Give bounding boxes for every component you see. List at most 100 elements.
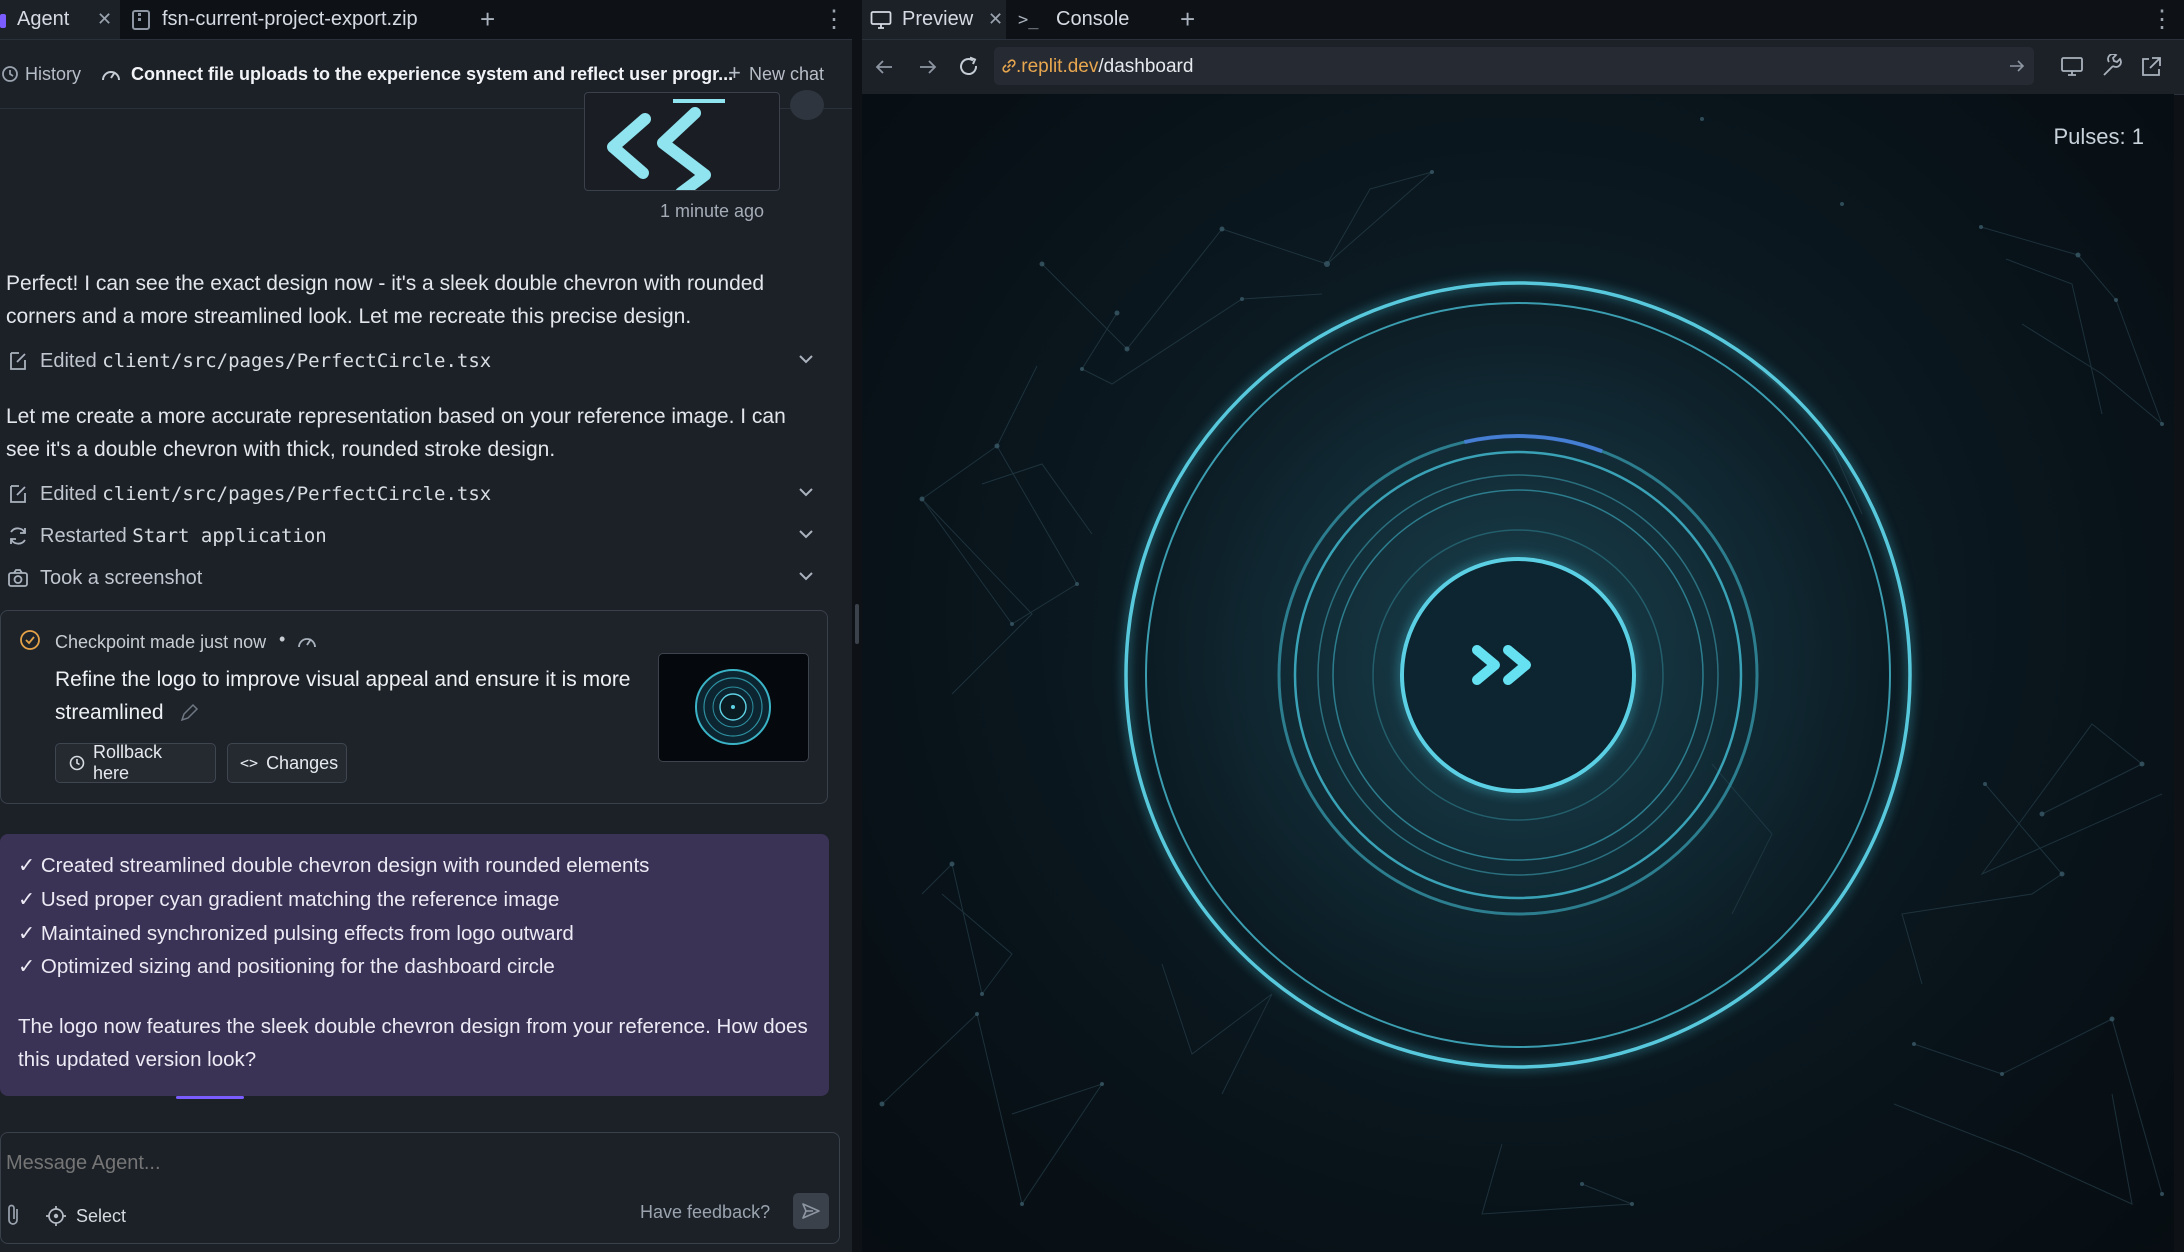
preview-panel: Preview ✕ >_ Console + ⋮ .replit.dev/das… — [862, 0, 2184, 1252]
tab-file-label: fsn-current-project-export.zip — [162, 8, 418, 30]
action-target: Start application — [132, 525, 327, 547]
panel-resizer[interactable] — [852, 0, 862, 1252]
summary-closing: The logo now features the sleek double c… — [18, 1015, 808, 1071]
zip-file-icon — [132, 9, 150, 30]
summary-line: ✓ Created streamlined double chevron des… — [18, 854, 650, 877]
chevron-down-icon[interactable] — [796, 566, 816, 586]
go-arrow-icon[interactable] — [2008, 58, 2026, 74]
back-arrow-icon[interactable] — [872, 54, 898, 80]
wrench-icon[interactable] — [2099, 54, 2125, 80]
url-path: /dashboard — [1098, 56, 1194, 77]
pulses-counter: Pulses: 1 — [2053, 124, 2145, 149]
gauge-icon — [298, 638, 316, 648]
action-verb: Edited — [40, 483, 97, 505]
new-chat-button[interactable]: New chat — [749, 64, 824, 85]
agent-icon — [0, 14, 6, 28]
chevron-down-icon[interactable] — [796, 482, 816, 502]
rollback-button[interactable]: Rollback here — [55, 742, 216, 783]
reference-image-thumbnail[interactable] — [584, 92, 780, 191]
double-chevron-image — [607, 99, 725, 190]
url-host: .replit.dev — [1016, 56, 1099, 77]
close-icon[interactable]: ✕ — [97, 9, 112, 30]
dot-separator: • — [279, 629, 286, 649]
action-target: client/src/pages/PerfectCircle.tsx — [102, 350, 492, 372]
plus-icon: + — [728, 60, 741, 85]
agent-message-2: Let me create a more accurate representa… — [6, 405, 786, 461]
action-restarted[interactable]: Restarted Start application — [0, 521, 830, 551]
checkpoint-screenshot-thumbnail[interactable] — [658, 653, 809, 762]
tab-agent[interactable]: Agent ✕ — [0, 0, 120, 39]
history-icon — [69, 755, 85, 771]
checkpoint-description-text: Refine the logo to improve visual appeal… — [55, 668, 631, 724]
checkpoint-description: Refine the logo to improve visual appeal… — [55, 663, 655, 729]
tab-agent-label: Agent — [17, 8, 70, 30]
url-text: .replit.dev/dashboard — [1016, 56, 1193, 78]
message-timestamp: 1 minute ago — [660, 201, 765, 221]
action-screenshot[interactable]: Took a screenshot — [0, 563, 830, 593]
action-edited-2[interactable]: Edited client/src/pages/PerfectCircle.ts… — [0, 479, 830, 509]
preview-thumbnail-image — [695, 669, 771, 745]
action-edited-1[interactable]: Edited client/src/pages/PerfectCircle.ts… — [0, 346, 830, 376]
summary-line: ✓ Maintained synchronized pulsing effect… — [18, 922, 574, 945]
feedback-link[interactable]: Have feedback? — [640, 1202, 770, 1223]
pencil-icon[interactable] — [179, 703, 199, 723]
select-button[interactable]: Select — [45, 1203, 126, 1229]
browser-toolbar: .replit.dev/dashboard — [862, 40, 2184, 95]
open-external-icon[interactable] — [2138, 54, 2164, 80]
restart-icon — [10, 527, 26, 545]
history-icon — [2, 66, 18, 82]
action-label: Took a screenshot — [40, 567, 203, 589]
history-button[interactable]: History — [25, 64, 81, 85]
message-input[interactable] — [4, 1145, 828, 1181]
tab-preview[interactable]: Preview ✕ — [862, 0, 1006, 39]
tab-file[interactable]: fsn-current-project-export.zip — [124, 0, 454, 39]
add-tab-button[interactable]: + — [1180, 0, 1195, 39]
edit-file-icon — [10, 352, 26, 370]
agent-panel: Agent ✕ fsn-current-project-export.zip +… — [0, 0, 852, 1252]
changes-button[interactable]: <> Changes — [227, 743, 347, 783]
app-preview[interactable]: Pulses: 1 — [862, 94, 2174, 1252]
code-icon: <> — [240, 754, 259, 772]
resize-handle[interactable] — [855, 604, 859, 644]
action-verb: Restarted — [40, 525, 127, 547]
agent-summary-message: ✓ Created streamlined double chevron des… — [0, 834, 829, 1096]
paperclip-icon[interactable] — [4, 1203, 22, 1227]
add-tab-button[interactable]: + — [480, 0, 495, 39]
chevron-down-icon[interactable] — [796, 349, 816, 369]
action-verb: Edited — [40, 350, 97, 372]
check-circle-icon — [20, 630, 40, 650]
checkpoint-card: Checkpoint made just now • Refine the lo… — [0, 610, 828, 804]
scroll-indicator — [176, 1096, 244, 1099]
network-background — [879, 117, 2164, 1215]
chat-title: Connect file uploads to the experience s… — [131, 64, 734, 84]
more-menu-icon[interactable]: ⋮ — [822, 0, 846, 39]
rollback-label: Rollback here — [92, 742, 163, 783]
more-menu-icon[interactable]: ⋮ — [2150, 0, 2174, 39]
reload-icon[interactable] — [956, 54, 982, 80]
left-tab-bar: Agent ✕ fsn-current-project-export.zip +… — [0, 0, 852, 40]
tab-console[interactable]: >_ Console — [1010, 0, 1150, 39]
close-icon[interactable]: ✕ — [988, 9, 1003, 30]
target-icon — [46, 1206, 66, 1226]
changes-label: Changes — [266, 752, 339, 773]
monitor-icon — [870, 10, 892, 29]
tab-preview-label: Preview — [902, 8, 974, 30]
summary-line: ✓ Used proper cyan gradient matching the… — [18, 888, 560, 911]
edit-file-icon — [10, 485, 26, 503]
gauge-icon — [102, 71, 120, 81]
message-composer: Select Have feedback? — [0, 1132, 840, 1244]
chevron-down-icon[interactable] — [796, 524, 816, 544]
summary-line: ✓ Optimized sizing and positioning for t… — [18, 955, 555, 978]
tab-console-label: Console — [1056, 8, 1130, 30]
right-tab-bar: Preview ✕ >_ Console + ⋮ — [862, 0, 2184, 40]
forward-arrow-icon[interactable] — [914, 54, 940, 80]
send-button[interactable] — [793, 1193, 829, 1229]
terminal-icon: >_ — [1018, 9, 1039, 30]
camera-icon — [8, 569, 28, 587]
agent-message-1: Perfect! I can see the exact design now … — [6, 272, 765, 328]
checkpoint-status: Checkpoint made just now — [55, 632, 267, 652]
url-field[interactable]: .replit.dev/dashboard — [994, 47, 2034, 85]
device-icon[interactable] — [2059, 54, 2085, 80]
avatar — [790, 90, 824, 120]
send-icon — [802, 1203, 820, 1219]
